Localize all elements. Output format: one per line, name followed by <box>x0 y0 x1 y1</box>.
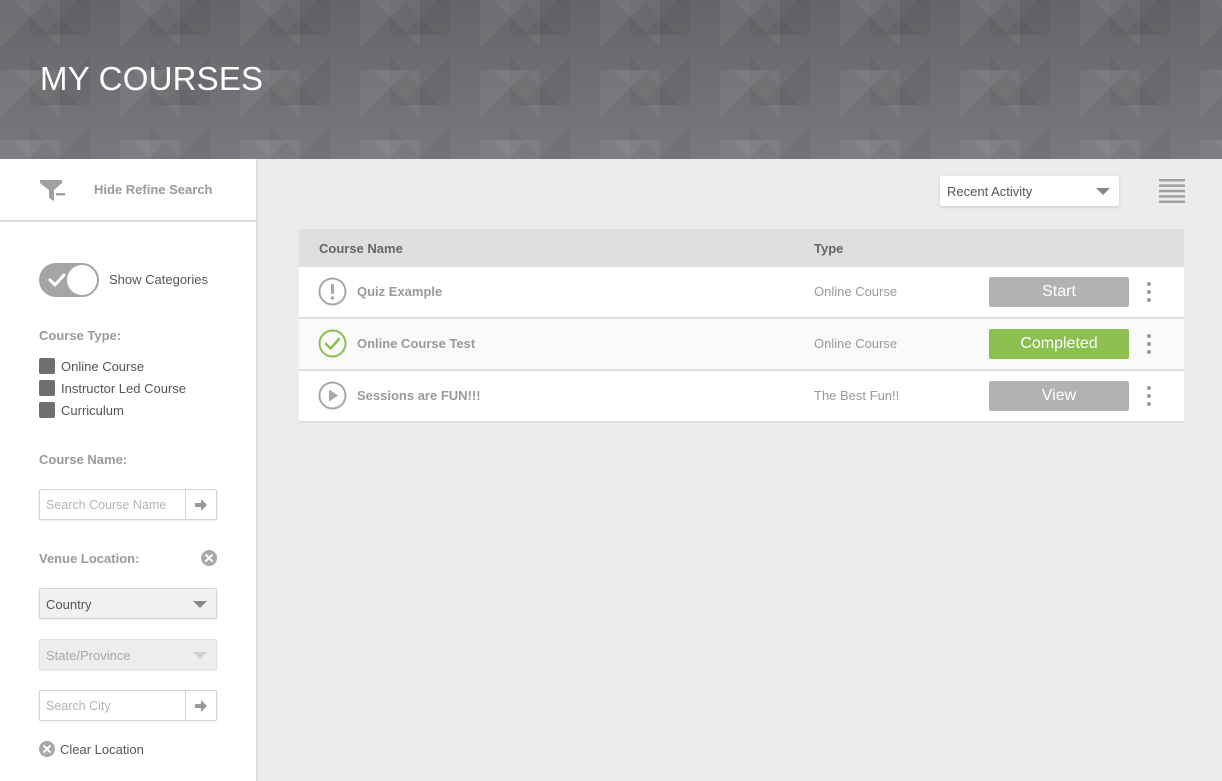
column-header-course-name[interactable]: Course Name <box>319 241 403 256</box>
page-header: MY COURSES <box>0 0 1222 159</box>
show-categories-toggle[interactable] <box>39 263 99 297</box>
filter-instructor-led-course[interactable]: Instructor Led Course <box>39 380 186 396</box>
chevron-down-icon <box>1096 188 1110 195</box>
page-title: MY COURSES <box>40 60 264 97</box>
courses-table: Course Name Type Quiz Example Online Cou… <box>299 229 1184 423</box>
city-search <box>39 690 217 721</box>
toggle-knob <box>67 265 97 295</box>
table-row: Online Course Test Online Course Complet… <box>299 319 1184 371</box>
course-type: The Best Fun!! <box>814 388 900 403</box>
table-row: Quiz Example Online Course Start <box>299 267 1184 319</box>
play-icon <box>318 381 347 410</box>
view-button[interactable]: View <box>989 381 1129 411</box>
more-vertical-icon[interactable] <box>1145 282 1153 302</box>
refine-search-label: Hide Refine Search <box>94 182 213 197</box>
more-vertical-icon[interactable] <box>1145 334 1153 354</box>
clear-location-label: Clear Location <box>60 741 144 757</box>
clear-location-link[interactable]: Clear Location <box>39 741 144 757</box>
course-name-label: Course Name: <box>39 452 128 467</box>
course-name[interactable]: Quiz Example <box>357 284 442 299</box>
hide-refine-search-button[interactable]: Hide Refine Search <box>0 159 256 222</box>
course-name[interactable]: Sessions are FUN!!! <box>357 388 481 403</box>
country-select[interactable]: Country <box>39 588 217 619</box>
show-categories-label: Show Categories <box>109 272 208 287</box>
country-select-value: Country <box>46 597 92 612</box>
close-icon[interactable] <box>201 550 217 566</box>
sort-select-value: Recent Activity <box>947 184 1033 199</box>
checkbox-label: Online Course <box>61 358 145 374</box>
checkbox-label: Instructor Led Course <box>61 380 187 396</box>
course-type-label: Course Type: <box>39 328 122 343</box>
check-icon <box>48 273 66 287</box>
filter-curriculum[interactable]: Curriculum <box>39 402 124 418</box>
completed-button[interactable]: Completed <box>989 329 1129 359</box>
start-button[interactable]: Start <box>989 277 1129 307</box>
table-header: Course Name Type <box>299 229 1184 267</box>
check-circle-icon <box>318 329 347 358</box>
sort-select[interactable]: Recent Activity <box>940 176 1119 206</box>
checkbox[interactable] <box>39 380 55 396</box>
course-type: Online Course <box>814 336 898 351</box>
chevron-down-icon <box>193 601 207 608</box>
city-search-button[interactable] <box>185 691 216 720</box>
column-header-type[interactable]: Type <box>814 241 843 256</box>
venue-location-label: Venue Location: <box>39 551 140 566</box>
chevron-down-icon <box>193 652 207 659</box>
state-province-select[interactable]: State/Province <box>39 639 217 670</box>
checkbox[interactable] <box>39 402 55 418</box>
arrow-right-icon <box>195 699 207 712</box>
course-name[interactable]: Online Course Test <box>357 336 475 351</box>
refine-sidebar: Hide Refine Search Show Categories Cours… <box>0 159 258 781</box>
more-vertical-icon[interactable] <box>1145 386 1153 406</box>
checkbox-label: Curriculum <box>61 402 124 418</box>
list-view-icon[interactable] <box>1159 179 1185 203</box>
arrow-right-icon <box>195 498 207 511</box>
close-icon <box>39 741 55 757</box>
course-type: Online Course <box>814 284 898 299</box>
filter-online-course[interactable]: Online Course <box>39 358 144 374</box>
state-select-value: State/Province <box>46 648 131 663</box>
alert-icon <box>318 277 347 306</box>
funnel-icon <box>40 180 65 201</box>
course-name-search-button[interactable] <box>185 490 216 519</box>
course-name-search <box>39 489 217 520</box>
table-row: Sessions are FUN!!! The Best Fun!! View <box>299 371 1184 423</box>
city-input[interactable] <box>40 691 185 720</box>
course-name-input[interactable] <box>40 490 185 519</box>
checkbox[interactable] <box>39 358 55 374</box>
